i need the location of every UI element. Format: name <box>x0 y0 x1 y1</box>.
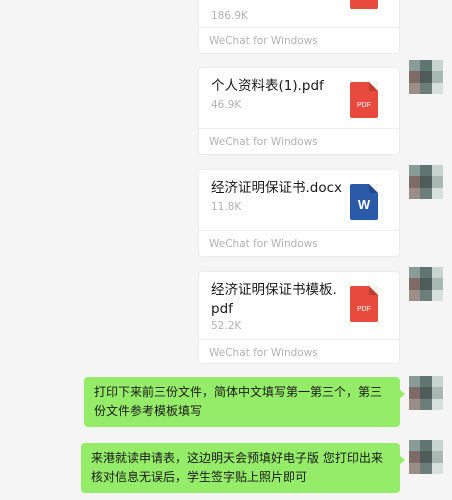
file-message[interactable]: 186.9K WeChat for Windows <box>198 0 400 54</box>
file-type-label: PDF <box>357 102 371 109</box>
avatar[interactable] <box>409 165 443 199</box>
file-message[interactable]: 经济证明保证书模板.pdf 52.2K PDF WeChat for Windo… <box>198 271 400 364</box>
pdf-file-icon <box>350 0 378 9</box>
file-source-label: WeChat for Windows <box>209 238 318 250</box>
file-source-label: WeChat for Windows <box>209 35 318 47</box>
divider <box>199 230 399 231</box>
file-size: 52.2K <box>211 320 242 332</box>
divider <box>199 128 399 129</box>
avatar[interactable] <box>409 440 443 474</box>
divider <box>199 339 399 340</box>
file-source-label: WeChat for Windows <box>209 347 318 359</box>
divider <box>199 27 399 28</box>
text-message[interactable]: 来港就读申请表，这边明天会预填好电子版 您打印出来核对信息无误后，学生签字贴上照… <box>81 443 405 493</box>
text-message[interactable]: 打印下来前三份文件，简体中文填写第一第三个，第三份文件参考模板填写 <box>84 377 405 427</box>
file-name: 经济证明保证书模板.pdf <box>211 282 337 317</box>
file-size: 186.9K <box>211 10 248 22</box>
message-text: 打印下来前三份文件，简体中文填写第一第三个，第三份文件参考模板填写 <box>94 385 383 418</box>
pdf-file-icon: PDF <box>350 82 378 118</box>
file-name: 经济证明保证书.docx <box>211 180 343 196</box>
file-type-label: PDF <box>357 306 371 313</box>
file-size: 11.8K <box>211 201 242 213</box>
pdf-file-icon: PDF <box>350 286 378 322</box>
word-file-icon: W <box>350 184 378 220</box>
avatar[interactable] <box>409 60 443 94</box>
file-message[interactable]: 经济证明保证书.docx 11.8K W WeChat for Windows <box>198 169 400 257</box>
file-message[interactable]: 个人资料表(1).pdf 46.9K PDF WeChat for Window… <box>198 67 400 155</box>
avatar[interactable] <box>409 376 443 410</box>
file-size: 46.9K <box>211 99 242 111</box>
file-source-label: WeChat for Windows <box>209 136 318 148</box>
file-name: 个人资料表(1).pdf <box>211 78 324 94</box>
avatar[interactable] <box>409 267 443 301</box>
message-text: 来港就读申请表，这边明天会预填好电子版 您打印出来核对信息无误后，学生签字贴上照… <box>91 451 383 484</box>
file-type-label: W <box>357 197 371 212</box>
